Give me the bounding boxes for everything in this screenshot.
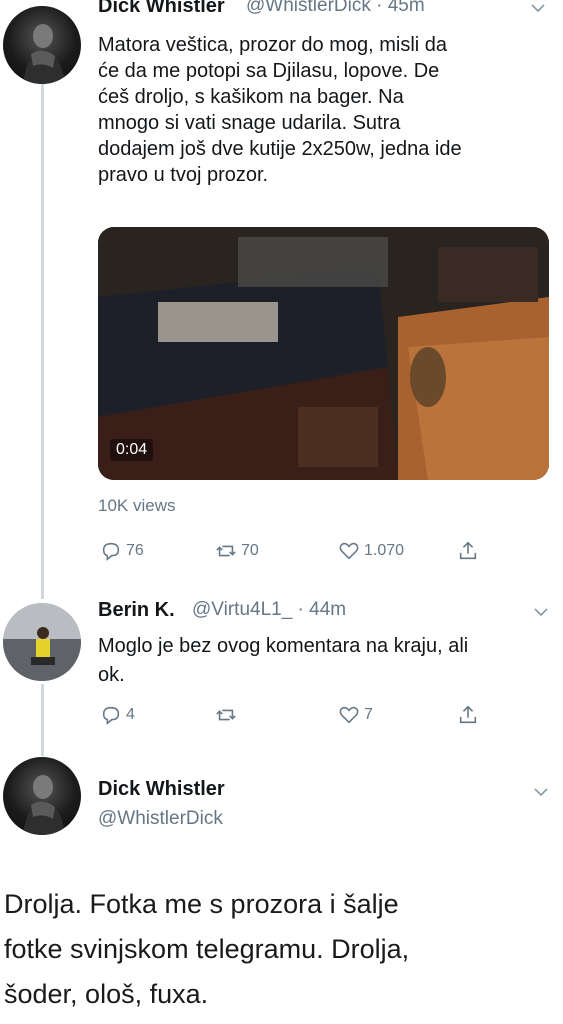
avatar[interactable] bbox=[3, 757, 81, 835]
handle-time[interactable]: @WhistlerDick · 45m bbox=[246, 0, 425, 16]
reply-count: 4 bbox=[126, 706, 135, 723]
view-count: 10K views bbox=[98, 496, 176, 515]
reply-action[interactable]: 76 bbox=[100, 540, 144, 562]
share-action[interactable] bbox=[457, 540, 483, 562]
tweet-text: Moglo je bez ovog komentara na kraju, al… bbox=[98, 635, 469, 686]
reply-action[interactable]: 4 bbox=[100, 704, 135, 726]
reply-icon bbox=[102, 542, 120, 561]
author-name[interactable]: Berin K. bbox=[98, 599, 175, 622]
author-name[interactable]: Dick Whistler bbox=[98, 778, 225, 801]
like-icon bbox=[339, 542, 359, 560]
retweet-icon bbox=[216, 709, 236, 721]
handle-time[interactable]: @Virtu4L1_ · 44m bbox=[192, 599, 346, 621]
thread-line bbox=[41, 84, 44, 599]
share-icon bbox=[459, 541, 477, 560]
retweet-count: 70 bbox=[241, 542, 259, 559]
video-player[interactable]: 0:04 bbox=[98, 227, 549, 480]
tweet-text: Matora veštica, prozor do mog, misli da … bbox=[98, 34, 462, 186]
like-icon bbox=[339, 706, 359, 724]
author-name[interactable]: Dick Whistler bbox=[98, 0, 225, 16]
tweet-text: Drolja. Fotka me s prozora i šalje fotke… bbox=[4, 889, 410, 1009]
avatar[interactable] bbox=[3, 6, 81, 84]
retweet-icon bbox=[216, 545, 236, 557]
chevron-down-icon[interactable] bbox=[533, 604, 549, 620]
like-count: 7 bbox=[364, 706, 373, 723]
like-action[interactable]: 1.070 bbox=[338, 540, 404, 562]
retweet-action[interactable] bbox=[215, 704, 241, 726]
share-icon bbox=[459, 705, 477, 724]
like-action[interactable]: 7 bbox=[338, 704, 373, 726]
reply-icon bbox=[102, 706, 120, 725]
author-handle[interactable]: @WhistlerDick bbox=[98, 808, 223, 830]
avatar[interactable] bbox=[3, 603, 81, 681]
chevron-down-icon[interactable] bbox=[533, 784, 549, 800]
thread-line bbox=[41, 684, 44, 756]
chevron-down-icon[interactable] bbox=[530, 0, 546, 16]
retweet-action[interactable]: 70 bbox=[215, 540, 259, 562]
share-action[interactable] bbox=[457, 704, 483, 726]
reply-count: 76 bbox=[126, 542, 144, 559]
video-duration: 0:04 bbox=[110, 439, 154, 461]
like-count: 1.070 bbox=[364, 542, 405, 559]
